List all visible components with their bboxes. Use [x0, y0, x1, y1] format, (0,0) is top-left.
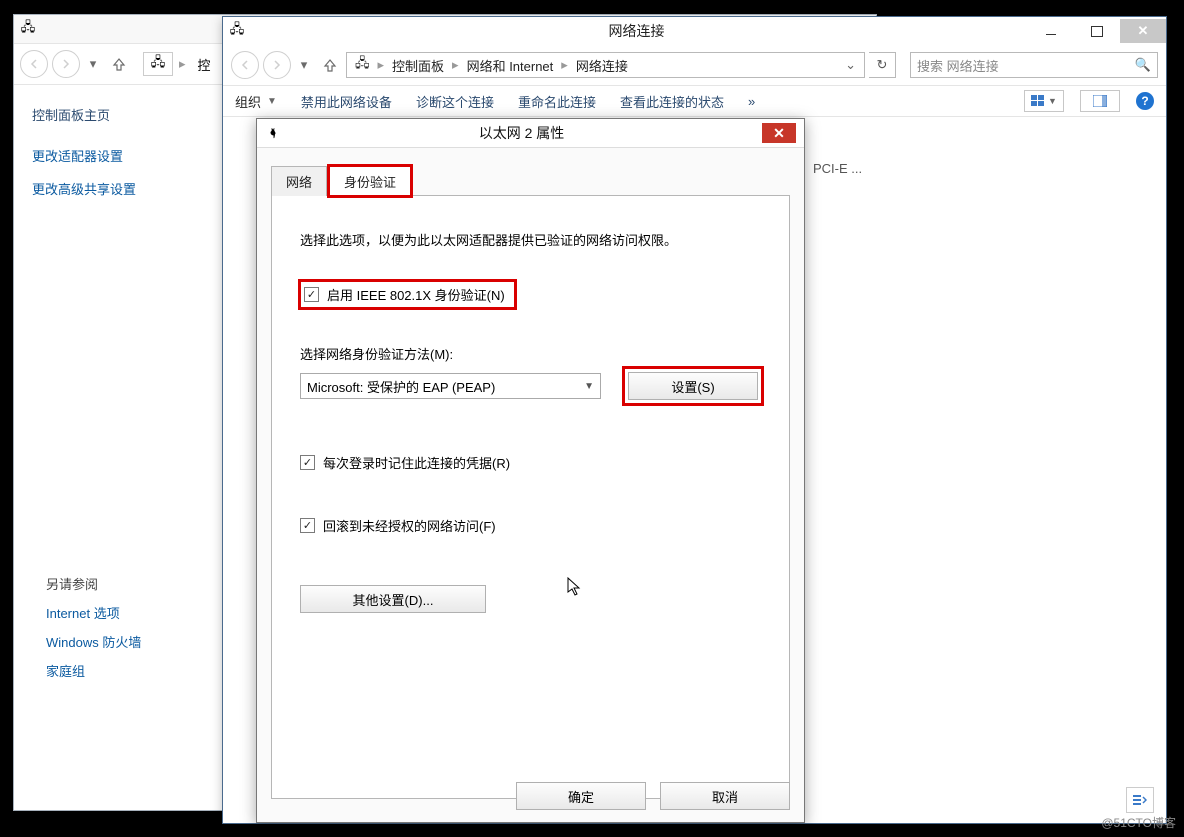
- chevron-down-icon: ▼: [584, 381, 594, 392]
- fallback-checkbox[interactable]: [300, 518, 315, 533]
- auth-method-value: Microsoft: 受保护的 EAP (PEAP): [307, 377, 495, 396]
- enable-8021x-row[interactable]: 启用 IEEE 802.1X 身份验证(N): [300, 281, 515, 308]
- breadcrumb-sep: ▸: [177, 56, 188, 72]
- toolbar-rename[interactable]: 重命名此连接: [518, 92, 596, 111]
- see-also-heading: 另请参阅: [46, 574, 141, 593]
- cancel-button[interactable]: 取消: [660, 782, 790, 810]
- remember-credentials-row[interactable]: 每次登录时记住此连接的凭据(R): [300, 453, 761, 472]
- preview-pane-button[interactable]: [1080, 90, 1120, 112]
- chevron-down-icon[interactable]: ⌄: [839, 57, 862, 73]
- dialog-title: 以太网 2 属性: [281, 123, 762, 143]
- search-icon: 🔍: [1135, 57, 1151, 73]
- search-placeholder: 搜索 网络连接: [917, 56, 999, 75]
- enable-8021x-label: 启用 IEEE 802.1X 身份验证(N): [327, 285, 505, 304]
- toolbar-diagnose[interactable]: 诊断这个连接: [416, 92, 494, 111]
- auth-method-label: 选择网络身份验证方法(M):: [300, 344, 761, 363]
- breadcrumb-seg[interactable]: 网络和 Internet: [461, 56, 560, 75]
- overflow-menu-button[interactable]: [1126, 787, 1154, 813]
- close-button[interactable]: ✕: [762, 123, 796, 143]
- see-also-section: 另请参阅 Internet 选项 Windows 防火墙 家庭组: [46, 574, 141, 690]
- organize-menu[interactable]: 组织: [235, 92, 261, 111]
- help-button[interactable]: ?: [1136, 92, 1154, 110]
- window-title: 网络连接: [245, 21, 1028, 41]
- remember-credentials-label: 每次登录时记住此连接的凭据(R): [323, 453, 510, 472]
- tab-authentication[interactable]: 身份验证: [329, 166, 411, 196]
- forward-button[interactable]: [263, 51, 291, 79]
- link-adapter-settings[interactable]: 更改适配器设置: [32, 146, 232, 165]
- eap-settings-button[interactable]: 设置(S): [628, 372, 758, 400]
- link-windows-firewall[interactable]: Windows 防火墙: [46, 632, 141, 651]
- chevron-down-icon: ▼: [1048, 96, 1057, 106]
- tab-network[interactable]: 网络: [271, 166, 327, 196]
- network-icon: 🖧: [229, 23, 245, 39]
- additional-settings-button[interactable]: 其他设置(D)...: [300, 585, 486, 613]
- control-panel-sidebar: 控制面板主页 更改适配器设置 更改高级共享设置: [14, 85, 250, 212]
- explorer-titlebar: 🖧 网络连接 ✕: [223, 17, 1166, 45]
- chevron-down-icon[interactable]: ▼: [267, 96, 277, 107]
- breadcrumb-partial[interactable]: 控: [198, 55, 211, 74]
- auth-method-combobox[interactable]: Microsoft: 受保护的 EAP (PEAP) ▼: [300, 373, 601, 399]
- address-row: ▾ 🖧 ▸ 控制面板 ▸ 网络和 Internet ▸ 网络连接 ⌄ ↻ 搜索 …: [223, 45, 1166, 85]
- network-icon: 🖧: [20, 21, 36, 37]
- toolbar-view-status[interactable]: 查看此连接的状态: [620, 92, 724, 111]
- link-internet-options[interactable]: Internet 选项: [46, 603, 141, 622]
- fallback-row[interactable]: 回滚到未经授权的网络访问(F): [300, 516, 761, 535]
- minimize-button[interactable]: [1028, 19, 1074, 43]
- toolbar-overflow[interactable]: »: [748, 94, 755, 109]
- address-icon[interactable]: 🖧: [143, 52, 173, 76]
- maximize-button[interactable]: [1074, 19, 1120, 43]
- explorer-toolbar: 组织 ▼ 禁用此网络设备 诊断这个连接 重命名此连接 查看此连接的状态 » ▼ …: [223, 85, 1166, 117]
- view-options-button[interactable]: ▼: [1024, 90, 1064, 112]
- address-bar[interactable]: 🖧 ▸ 控制面板 ▸ 网络和 Internet ▸ 网络连接 ⌄: [346, 52, 865, 78]
- remember-credentials-checkbox[interactable]: [300, 455, 315, 470]
- adapter-detail: PCI-E ...: [813, 161, 862, 176]
- history-dropdown-icon[interactable]: ▾: [84, 51, 102, 77]
- up-button[interactable]: [317, 52, 342, 78]
- toolbar-disable-device[interactable]: 禁用此网络设备: [301, 92, 392, 111]
- up-button[interactable]: [106, 51, 131, 77]
- breadcrumb-seg[interactable]: 控制面板: [386, 56, 450, 75]
- link-sharing-settings[interactable]: 更改高级共享设置: [32, 179, 232, 198]
- tabstrip: 网络 身份验证: [271, 166, 790, 196]
- forward-button[interactable]: [52, 50, 80, 78]
- auth-intro-text: 选择此选项，以便为此以太网适配器提供已验证的网络访问权限。: [300, 230, 761, 249]
- back-button[interactable]: [20, 50, 48, 78]
- close-button[interactable]: ✕: [1120, 19, 1166, 43]
- dialog-titlebar[interactable]: 🖣 以太网 2 属性 ✕: [257, 119, 804, 148]
- watermark: @51CTO博客: [1101, 814, 1176, 831]
- enable-8021x-checkbox[interactable]: [304, 287, 319, 302]
- adapter-icon: 🖣: [265, 125, 281, 141]
- search-input[interactable]: 搜索 网络连接 🔍: [910, 52, 1158, 78]
- fallback-label: 回滚到未经授权的网络访问(F): [323, 516, 496, 535]
- ok-button[interactable]: 确定: [516, 782, 646, 810]
- refresh-button[interactable]: ↻: [869, 52, 896, 78]
- breadcrumb-seg[interactable]: 网络连接: [570, 56, 634, 75]
- address-icon: 🖧: [349, 54, 376, 76]
- back-button[interactable]: [231, 51, 259, 79]
- history-dropdown-icon[interactable]: ▾: [295, 52, 313, 78]
- ethernet-properties-dialog: 🖣 以太网 2 属性 ✕ 网络 身份验证 选择此选项，以便为此以太网适配器提供已…: [256, 118, 805, 823]
- auth-tab-panel: 选择此选项，以便为此以太网适配器提供已验证的网络访问权限。 启用 IEEE 80…: [271, 195, 790, 799]
- control-panel-heading: 控制面板主页: [32, 105, 232, 124]
- link-homegroup[interactable]: 家庭组: [46, 661, 141, 680]
